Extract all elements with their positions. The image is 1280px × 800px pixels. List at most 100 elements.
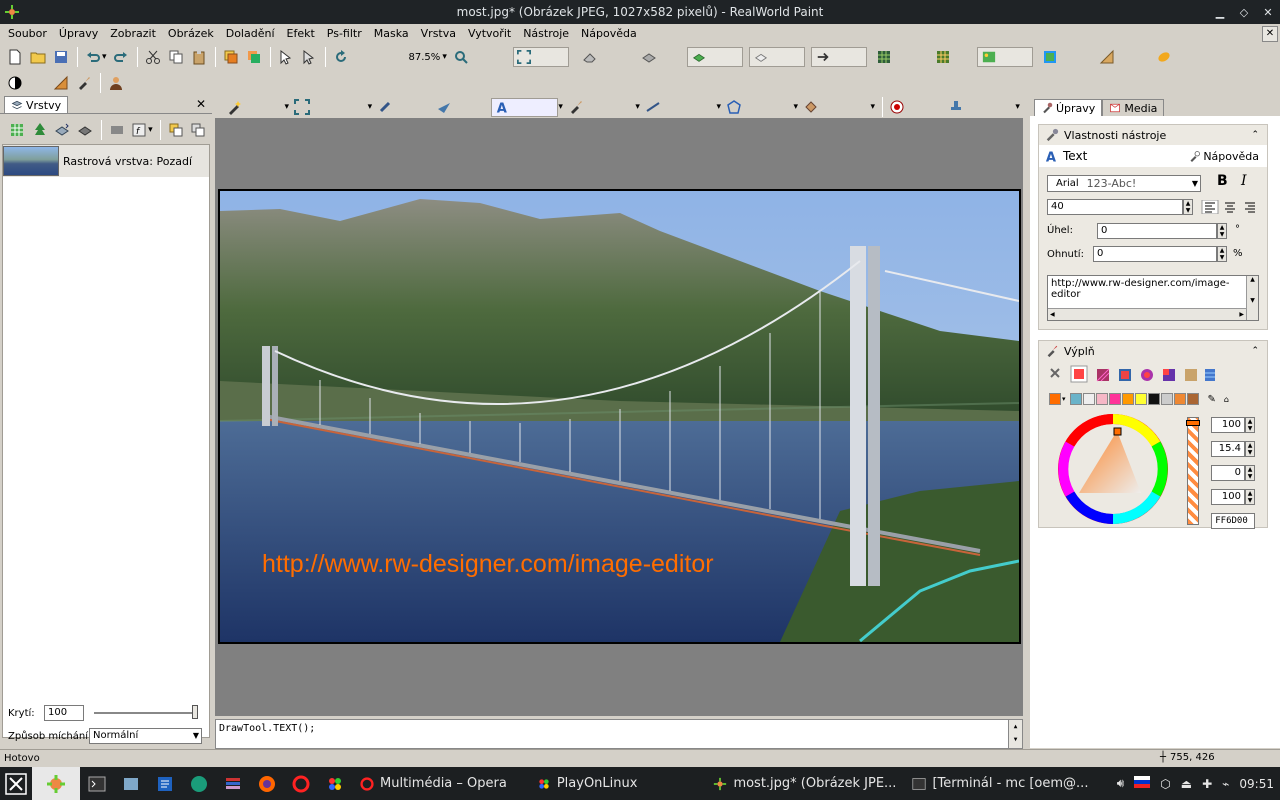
collapse-icon[interactable]: ⌃ <box>1251 130 1259 140</box>
updates-icon[interactable]: ✚ <box>1202 777 1212 791</box>
line-tool-icon[interactable] <box>643 96 664 118</box>
writer-launcher-icon[interactable] <box>148 767 182 800</box>
align-buttons[interactable] <box>1201 200 1265 214</box>
pixel-grid-icon[interactable] <box>932 46 954 68</box>
panel-close-icon[interactable]: ✕ <box>196 97 206 111</box>
menu-psfiltr[interactable]: Ps-filtr <box>321 24 368 44</box>
clock[interactable]: 09:51 <box>1239 777 1274 791</box>
minimize-button[interactable]: ▁ <box>1208 0 1232 24</box>
opacity-slider-track[interactable] <box>94 712 198 714</box>
primary-color-swatch[interactable] <box>1049 393 1061 405</box>
layer-effect-icon[interactable] <box>74 119 96 141</box>
fill-value-1-spinner[interactable]: ▲ ▼ <box>1245 417 1255 433</box>
italic-button[interactable]: I <box>1241 173 1247 189</box>
layer-move-icon[interactable] <box>51 119 73 141</box>
undo-icon[interactable] <box>82 46 104 68</box>
fill-value-1[interactable]: 100 <box>1211 417 1245 433</box>
image-canvas[interactable]: http://www.rw-designer.com/image-editor <box>218 189 1021 644</box>
contrast-icon[interactable] <box>4 72 26 94</box>
fill-value-4[interactable]: 100 <box>1211 489 1245 505</box>
network-icon[interactable]: ⬡ <box>1160 777 1170 791</box>
menu-obrazek[interactable]: Obrázek <box>162 24 220 44</box>
measure-icon[interactable] <box>1096 46 1118 68</box>
rotate-icon[interactable] <box>330 46 352 68</box>
pointer-tool-icon[interactable] <box>298 46 320 68</box>
menu-nastroje[interactable]: Nástroje <box>517 24 575 44</box>
task-playonlinux[interactable]: PlayOnLinux <box>529 767 646 800</box>
document-close-icon[interactable]: ✕ <box>1262 26 1278 42</box>
fill-value-4-spinner[interactable]: ▲ ▼ <box>1245 489 1255 505</box>
canvas-grid-icon[interactable] <box>873 46 895 68</box>
font-size-input[interactable]: 40 <box>1047 199 1183 215</box>
brush-icon[interactable] <box>73 72 95 94</box>
plugin-icon[interactable] <box>1153 46 1175 68</box>
opera-launcher-icon[interactable] <box>284 767 318 800</box>
pipette-icon[interactable]: ✎ <box>1208 394 1216 405</box>
polygon-tool-icon[interactable] <box>724 96 745 118</box>
menu-zobrazit[interactable]: Zobrazit <box>104 24 162 44</box>
retouch-tool-icon[interactable] <box>434 96 455 118</box>
files-launcher-icon[interactable] <box>114 767 148 800</box>
tab-media[interactable]: Media <box>1102 99 1165 116</box>
fill-value-2-spinner[interactable]: ▲ ▼ <box>1245 441 1255 457</box>
text-content-scrollbar[interactable]: ▲ ▼ <box>1246 276 1258 320</box>
menu-vrstva[interactable]: Vrstva <box>415 24 462 44</box>
opacity-slider-handle[interactable] <box>192 705 198 719</box>
color-palette[interactable]: ▾ ✎ ⌂ <box>1049 393 1229 405</box>
attachment-icon[interactable]: ⌁ <box>1222 777 1229 791</box>
task-terminal[interactable]: [Terminál - mc [oem@... <box>904 767 1096 800</box>
cut-icon[interactable] <box>142 46 164 68</box>
transform-button[interactable] <box>810 47 867 67</box>
font-select[interactable]: Arial 123-Abc! ▼ <box>1047 175 1201 192</box>
palette-menu-icon[interactable]: ⌂ <box>1224 395 1229 404</box>
alpha-slider[interactable] <box>1186 417 1200 525</box>
fill-value-3-spinner[interactable]: ▲ ▼ <box>1245 465 1255 481</box>
tab-layers[interactable]: Vrstvy <box>4 96 69 113</box>
clone-tool-icon[interactable] <box>375 96 396 118</box>
fill-tool-icon[interactable] <box>801 96 822 118</box>
brush-tool-icon[interactable] <box>566 96 587 118</box>
canvas-area[interactable]: http://www.rw-designer.com/image-editor <box>215 118 1023 716</box>
chevron-down-icon[interactable]: ▾ <box>1062 395 1066 403</box>
layer-row[interactable]: Rastrová vrstva: Pozadí <box>3 145 209 177</box>
wand-icon[interactable] <box>225 96 246 118</box>
text-tool-button[interactable]: A <box>490 97 559 117</box>
menu-maska[interactable]: Maska <box>368 24 415 44</box>
layer-green-button[interactable] <box>686 47 743 67</box>
new-layer-icon[interactable] <box>6 119 28 141</box>
person-icon[interactable] <box>105 72 127 94</box>
record-icon[interactable] <box>887 96 908 118</box>
layer-paste-icon[interactable] <box>187 119 209 141</box>
angle-input[interactable]: 0 <box>1097 223 1217 239</box>
fill-value-2[interactable]: 15.4 <box>1211 441 1245 457</box>
copy-icon[interactable] <box>165 46 187 68</box>
text-content-hscrollbar[interactable]: ◀ ▶ <box>1048 308 1246 320</box>
collapse-icon[interactable]: ⌃ <box>1251 346 1259 356</box>
fill-type-row[interactable] <box>1045 365 1215 383</box>
help-link[interactable]: Nápověda <box>1189 150 1259 163</box>
layer-stack-icon[interactable] <box>638 46 660 68</box>
command-script-box[interactable]: DrawTool.TEXT(); ▲ ▼ <box>215 719 1023 749</box>
volume-icon[interactable]: 🔊︎ <box>1117 776 1125 791</box>
layers-merge-icon[interactable] <box>243 46 265 68</box>
zoom-level[interactable]: 87.5% <box>409 52 441 63</box>
zoom-fit-icon[interactable] <box>450 46 472 68</box>
keyboard-layout-icon[interactable] <box>1134 776 1151 791</box>
close-icon[interactable]: ✕ <box>1256 0 1280 24</box>
playonlinux-launcher-icon[interactable] <box>318 767 352 800</box>
tree-icon[interactable] <box>29 119 51 141</box>
paint-launcher-icon[interactable] <box>32 767 80 800</box>
eject-icon[interactable]: ⏏ <box>1181 777 1192 791</box>
redo-icon[interactable] <box>110 46 132 68</box>
fill-value-3[interactable]: 0 <box>1211 465 1245 481</box>
moon-icon[interactable] <box>27 72 49 94</box>
start-menu-icon[interactable] <box>0 767 32 800</box>
fullscreen-button[interactable] <box>512 47 569 67</box>
color-picker-icon[interactable] <box>1039 46 1061 68</box>
layer-white-button[interactable] <box>748 47 805 67</box>
bend-spinner[interactable]: ▲ ▼ <box>1217 246 1227 262</box>
hex-color-input[interactable]: FF6D00 <box>1211 513 1255 529</box>
maximize-button[interactable]: ◇ <box>1232 0 1256 24</box>
menu-vytvorit[interactable]: Vytvořit <box>462 24 517 44</box>
text-content-input[interactable]: http://www.rw-designer.com/image-editor … <box>1047 275 1259 321</box>
